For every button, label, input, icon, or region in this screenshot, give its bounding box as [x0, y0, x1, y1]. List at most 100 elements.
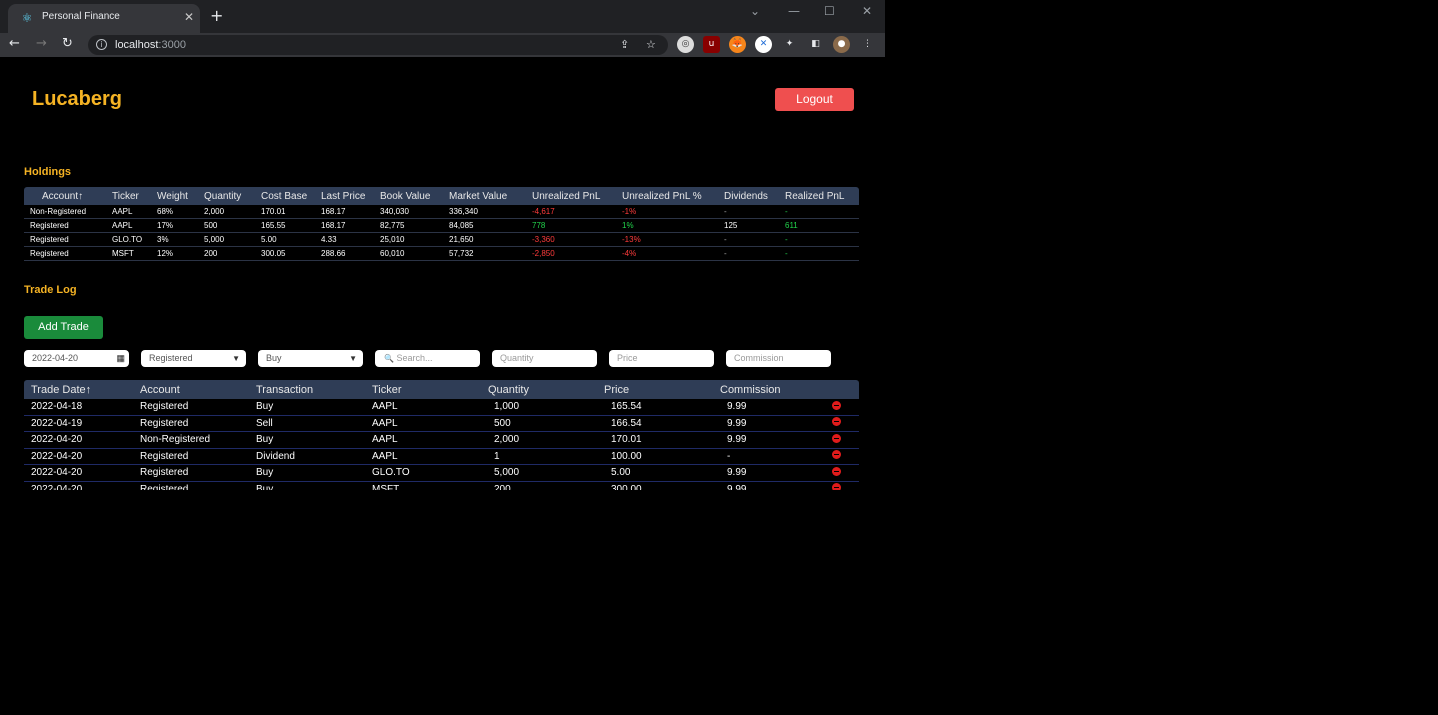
- delete-trade-icon[interactable]: [832, 400, 841, 410]
- col-price[interactable]: Price: [604, 384, 720, 396]
- quantity-input[interactable]: Quantity: [492, 350, 597, 367]
- site-info-icon[interactable]: i: [96, 39, 107, 50]
- delete-trade-icon[interactable]: [832, 450, 841, 460]
- table-cell: Registered: [140, 483, 189, 490]
- table-cell: -4%: [622, 249, 637, 258]
- col-quantity[interactable]: Quantity: [204, 191, 261, 202]
- table-cell: 60,010: [380, 249, 405, 258]
- table-cell: GLO.TO: [112, 235, 143, 244]
- table-row: 2022-04-18 Registered Buy AAPL 1,000 165.54 9.…: [24, 399, 859, 416]
- window-close-icon[interactable]: ✕: [862, 4, 872, 18]
- tab-title: Personal Finance: [42, 11, 120, 22]
- col-account[interactable]: Account: [140, 384, 256, 396]
- col-book-value[interactable]: Book Value: [380, 191, 449, 202]
- table-cell: 336,340: [449, 207, 478, 216]
- profile-avatar-icon[interactable]: ●: [833, 36, 850, 53]
- table-cell: 84,085: [449, 221, 474, 230]
- table-cell: 82,775: [380, 221, 405, 230]
- extensions-puzzle-icon[interactable]: ✦: [781, 36, 798, 53]
- table-cell: 2,000: [204, 207, 225, 216]
- col-last-price[interactable]: Last Price: [321, 191, 380, 202]
- close-tab-icon[interactable]: ✕: [184, 10, 194, 24]
- trade-date-input[interactable]: 2022-04-20 ▦: [24, 350, 129, 367]
- trade-log-table: Trade Date↑ Account Transaction Ticker Q…: [24, 380, 859, 490]
- table-cell: 2022-04-20: [31, 467, 83, 479]
- back-icon[interactable]: ←: [9, 37, 20, 51]
- search-icon: 🔍: [384, 354, 394, 363]
- col-ticker[interactable]: Ticker: [372, 384, 488, 396]
- col-realized-pnl[interactable]: Realized PnL: [785, 191, 859, 202]
- table-cell: 500: [204, 221, 218, 230]
- col-weight[interactable]: Weight: [157, 191, 204, 202]
- delete-trade-icon[interactable]: [832, 433, 841, 443]
- app-page: Lucaberg Logout Holdings Account↑ Ticker…: [0, 57, 885, 715]
- commission-input[interactable]: Commission: [726, 350, 831, 367]
- row-actions: [820, 450, 859, 462]
- delete-trade-icon[interactable]: [832, 483, 841, 490]
- table-cell: 1%: [622, 221, 634, 230]
- table-cell: 17%: [157, 221, 174, 230]
- table-cell: 5.00: [611, 467, 631, 479]
- table-cell: AAPL: [372, 434, 398, 446]
- col-dividends[interactable]: Dividends: [724, 191, 785, 202]
- table-cell: Registered: [140, 417, 189, 429]
- table-cell: 5,000: [204, 235, 225, 244]
- table-cell: -: [785, 249, 788, 258]
- table-cell: 200: [204, 249, 218, 258]
- browser-tab[interactable]: ⚛ Personal Finance ✕: [8, 4, 200, 33]
- col-quantity[interactable]: Quantity: [488, 384, 604, 396]
- logout-button[interactable]: Logout: [775, 88, 854, 111]
- calendar-icon[interactable]: ▦: [116, 350, 125, 367]
- table-cell: -: [785, 235, 788, 244]
- browser-chrome: ⚛ Personal Finance ✕ + ⌄ — ☐ ✕ ← → ↻ i l…: [0, 0, 885, 57]
- url-text: localhost:3000: [115, 39, 186, 51]
- reload-icon[interactable]: ↻: [62, 37, 73, 51]
- ublock-icon[interactable]: u: [703, 36, 720, 53]
- col-unrealized-pnl[interactable]: Unrealized PnL: [532, 191, 622, 202]
- side-panel-icon[interactable]: ◧: [807, 36, 824, 53]
- col-unrealized-pnl-pct[interactable]: Unrealized PnL %: [622, 191, 724, 202]
- price-input[interactable]: Price: [609, 350, 714, 367]
- delete-trade-icon[interactable]: [832, 417, 841, 427]
- share-icon[interactable]: ⇪: [620, 38, 629, 51]
- table-row: 2022-04-20 Registered Buy GLO.TO 5,000 5.00 9.…: [24, 465, 859, 482]
- table-cell: 3%: [157, 235, 169, 244]
- table-row: 2022-04-20 Non-Registered Buy AAPL 2,000 170.…: [24, 432, 859, 449]
- col-market-value[interactable]: Market Value: [449, 191, 532, 202]
- menu-kebab-icon[interactable]: ⋮: [859, 36, 876, 53]
- col-commission[interactable]: Commission: [720, 384, 820, 396]
- table-cell: 2022-04-20: [31, 450, 83, 462]
- delete-trade-icon[interactable]: [832, 466, 841, 476]
- tab-search-icon[interactable]: ⌄: [750, 4, 760, 18]
- metamask-icon[interactable]: 🦊: [729, 36, 746, 53]
- new-tab-icon[interactable]: +: [210, 7, 223, 25]
- table-cell: 166.54: [611, 417, 642, 429]
- col-transaction[interactable]: Transaction: [256, 384, 372, 396]
- table-row: 2022-04-20 Registered Dividend AAPL 1 100.00 -: [24, 449, 859, 465]
- chevron-down-icon: ▼: [232, 354, 240, 363]
- address-bar[interactable]: i localhost:3000 ⇪ ☆: [88, 35, 668, 55]
- table-cell: 2022-04-19: [31, 417, 83, 429]
- extension-icon[interactable]: ◎: [677, 36, 694, 53]
- col-trade-date[interactable]: Trade Date↑: [24, 384, 140, 396]
- table-cell: 500: [494, 417, 511, 429]
- bookmark-star-icon[interactable]: ☆: [646, 38, 656, 51]
- add-trade-button[interactable]: Add Trade: [24, 316, 103, 339]
- forward-icon[interactable]: →: [36, 37, 47, 51]
- trade-date-value: 2022-04-20: [32, 353, 79, 363]
- table-cell: 2022-04-18: [31, 401, 83, 413]
- table-cell: 168.17: [321, 221, 346, 230]
- col-account[interactable]: Account↑: [24, 191, 112, 202]
- col-ticker[interactable]: Ticker: [112, 191, 157, 202]
- extension-bird-icon[interactable]: ✕: [755, 36, 772, 53]
- ticker-search-input[interactable]: 🔍 Search...: [375, 350, 480, 367]
- col-cost-base[interactable]: Cost Base: [261, 191, 321, 202]
- table-cell: Non-Registered: [140, 434, 211, 446]
- transaction-select[interactable]: Buy ▼: [258, 350, 363, 367]
- table-cell: -1%: [622, 207, 637, 216]
- account-select[interactable]: Registered ▼: [141, 350, 246, 367]
- minimize-icon[interactable]: —: [788, 4, 800, 18]
- table-cell: AAPL: [112, 207, 133, 216]
- table-cell: 9.99: [727, 483, 747, 490]
- maximize-icon[interactable]: ☐: [824, 4, 835, 18]
